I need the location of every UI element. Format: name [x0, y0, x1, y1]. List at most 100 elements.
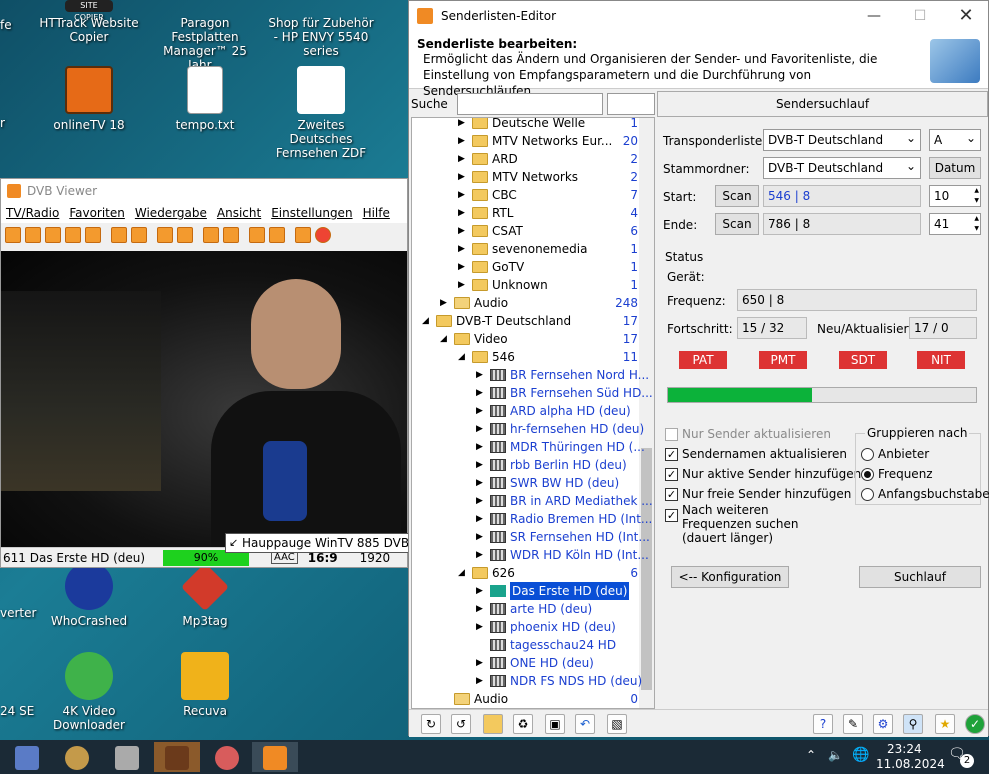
expand-icon[interactable]: ▶	[476, 510, 486, 528]
ok-icon[interactable]: ✓	[965, 714, 985, 734]
fullscreen-icon[interactable]	[5, 227, 21, 243]
tree-folder-row[interactable]: ◢ Video 17	[412, 330, 640, 348]
menu-wiedergabe[interactable]: Wiedergabe	[135, 206, 207, 220]
settings-icon[interactable]	[269, 227, 285, 243]
expand-icon[interactable]: ▶	[458, 204, 468, 222]
tree-channel-row[interactable]: ▶ WDR HD Köln HD (Int...	[412, 546, 649, 564]
date-button[interactable]: Datum	[929, 157, 981, 179]
tree-folder-row[interactable]: ▶ CSAT 6	[412, 222, 640, 240]
tree-channel-row[interactable]: ▶ SR Fernsehen HD (Int...	[412, 528, 650, 546]
desktop-icon-mp3tag[interactable]: Mp3tag	[150, 562, 260, 628]
reload-icon[interactable]: ↺	[451, 714, 471, 734]
configuration-button[interactable]: <-- Konfiguration	[671, 566, 789, 588]
scan-run-button[interactable]: Suchlauf	[859, 566, 981, 588]
add-icon[interactable]	[131, 227, 147, 243]
expand-icon[interactable]: ▶	[476, 384, 486, 402]
tree-channel-row[interactable]: ▶ arte HD (deu)	[412, 600, 640, 618]
list-icon[interactable]	[249, 227, 265, 243]
group-letter-radio[interactable]: Anfangsbuchstabe	[861, 487, 989, 501]
expand-icon[interactable]: ▶	[476, 366, 486, 384]
desktop-icon-zdf[interactable]: Zweites Deutsches Fernsehen ZDF	[266, 66, 376, 160]
tree-channel-row[interactable]: ▶ BR Fernsehen Nord H...	[412, 366, 649, 384]
edit-icon[interactable]: ✎	[843, 714, 863, 734]
desktop-icon-4kvideo[interactable]: 4K Video Downloader	[34, 652, 144, 732]
tree-channel-row[interactable]: ▶ BR Fernsehen Süd HD...	[412, 384, 653, 402]
expand-icon[interactable]: ▶	[458, 168, 468, 186]
expand-icon[interactable]: ▶	[476, 456, 486, 474]
record-icon[interactable]	[315, 227, 331, 243]
refresh-icon[interactable]: ↻	[421, 714, 441, 734]
search-input-secondary[interactable]	[607, 93, 655, 115]
expand-icon[interactable]: ▶	[476, 654, 486, 672]
expand-icon[interactable]: ▶	[476, 438, 486, 456]
start-step-spinner[interactable]: 10	[929, 185, 981, 207]
transponder-select[interactable]: DVB-T Deutschland	[763, 128, 921, 151]
tree-folder-row[interactable]: ◢ 626 6	[412, 564, 640, 582]
tree-channel-row[interactable]: tagesschau24 HD	[412, 636, 640, 654]
undo-icon[interactable]: ↶	[575, 714, 595, 734]
tree-channel-row[interactable]: ▶ Das Erste HD (deu)	[412, 582, 640, 600]
tree-folder-row[interactable]: ▶ Deutsche Welle 1	[412, 118, 640, 132]
group-provider-radio[interactable]: Anbieter	[861, 447, 929, 461]
option-update-names[interactable]: ✓ Sendernamen aktualisieren	[665, 447, 847, 461]
tree-folder-row[interactable]: ▶ MTV Networks Eur... 20	[412, 132, 640, 150]
expand-icon[interactable]: ▶	[440, 294, 450, 312]
star-icon[interactable]: ★	[935, 714, 955, 734]
menu-ansicht[interactable]: Ansicht	[217, 206, 261, 220]
menu-favoriten[interactable]: Favoriten	[69, 206, 125, 220]
tree-channel-row[interactable]: ▶ Radio Bremen HD (Int...	[412, 510, 652, 528]
expand-icon[interactable]: ▶	[458, 118, 468, 132]
tree-channel-row[interactable]: ▶ hr-fernsehen HD (deu)	[412, 420, 644, 438]
root-folder-select[interactable]: DVB-T Deutschland	[763, 156, 921, 179]
favorites-icon[interactable]	[157, 227, 173, 243]
channel-tree[interactable]: ▶ Deutsche Welle 1 ▶ MTV Networks Eur... 20 ▶ A…	[411, 117, 655, 709]
menu-tv-radio[interactable]: TV/Radio	[6, 206, 59, 220]
scroll-thumb[interactable]	[641, 448, 652, 690]
expand-icon[interactable]: ▶	[458, 222, 468, 240]
transponder-option-select[interactable]: A	[929, 128, 981, 151]
search-icon[interactable]: ⚲	[903, 714, 923, 734]
desktop-icon-whocrashed[interactable]: WhoCrashed	[34, 562, 144, 628]
tree-scrollbar[interactable]	[639, 118, 654, 708]
expand-icon[interactable]: ▶	[476, 492, 486, 510]
tab-sendersuchlauf[interactable]: Sendersuchlauf	[657, 91, 988, 117]
expand-icon[interactable]: ▶	[476, 672, 486, 690]
expand-icon[interactable]: ▶	[458, 240, 468, 258]
expand-icon[interactable]: ▶	[476, 582, 486, 600]
gear-icon[interactable]: ⚙	[873, 714, 893, 734]
expand-icon[interactable]: ▶	[476, 402, 486, 420]
expand-icon[interactable]: ▶	[458, 150, 468, 168]
save-icon[interactable]: ▣	[545, 714, 565, 734]
minimize-button[interactable]: —	[851, 1, 897, 31]
taskbar-app-dvb[interactable]	[252, 742, 298, 772]
close-button[interactable]: ✕	[943, 1, 989, 31]
help-icon[interactable]: ?	[813, 714, 833, 734]
maximize-button[interactable]: ☐	[897, 1, 943, 31]
tree-folder-row[interactable]: ▶ Audio 248	[412, 294, 640, 312]
collapse-icon[interactable]: ◢	[458, 564, 468, 582]
tree-folder-row[interactable]: ▶ MTV Networks 2	[412, 168, 640, 186]
video-area[interactable]	[1, 251, 407, 551]
desktop-icon-paragon[interactable]: Paragon Festplatten Manager™ 25 Jahr...	[150, 0, 260, 72]
clock-time[interactable]: 23:24	[887, 742, 922, 756]
window-icon[interactable]: ▧	[607, 714, 627, 734]
expand-icon[interactable]: ▶	[476, 474, 486, 492]
epg-icon[interactable]	[85, 227, 101, 243]
expand-icon[interactable]: ▶	[458, 276, 468, 294]
expand-icon[interactable]: ▶	[476, 546, 486, 564]
expand-icon[interactable]: ▶	[476, 528, 486, 546]
option-active-only[interactable]: ✓ Nur aktive Sender hinzufügen	[665, 467, 861, 481]
tree-folder-row[interactable]: ◢ DVB-T Deutschland 17	[412, 312, 640, 330]
tree-folder-row[interactable]: ▶ Unknown 1	[412, 276, 640, 294]
option-more-frequencies[interactable]: ✓ Nach weiteren Frequenzen suchen (dauert…	[665, 503, 835, 545]
expand-icon[interactable]: ▶	[476, 420, 486, 438]
option-only-update[interactable]: Nur Sender aktualisieren	[665, 427, 831, 441]
desktop-icon-httrack[interactable]: SITE COPIER HTTrack Website Copier	[34, 0, 144, 44]
collapse-icon[interactable]: ◢	[422, 312, 432, 330]
teletext-icon[interactable]	[65, 227, 81, 243]
tree-channel-row[interactable]: ▶ NDR FS NDS HD (deu)	[412, 672, 642, 690]
taskbar-app-1[interactable]	[4, 742, 50, 772]
tree-channel-row[interactable]: ▶ ARD alpha HD (deu)	[412, 402, 640, 420]
back-icon[interactable]	[203, 227, 219, 243]
expand-icon[interactable]: ▶	[458, 132, 468, 150]
